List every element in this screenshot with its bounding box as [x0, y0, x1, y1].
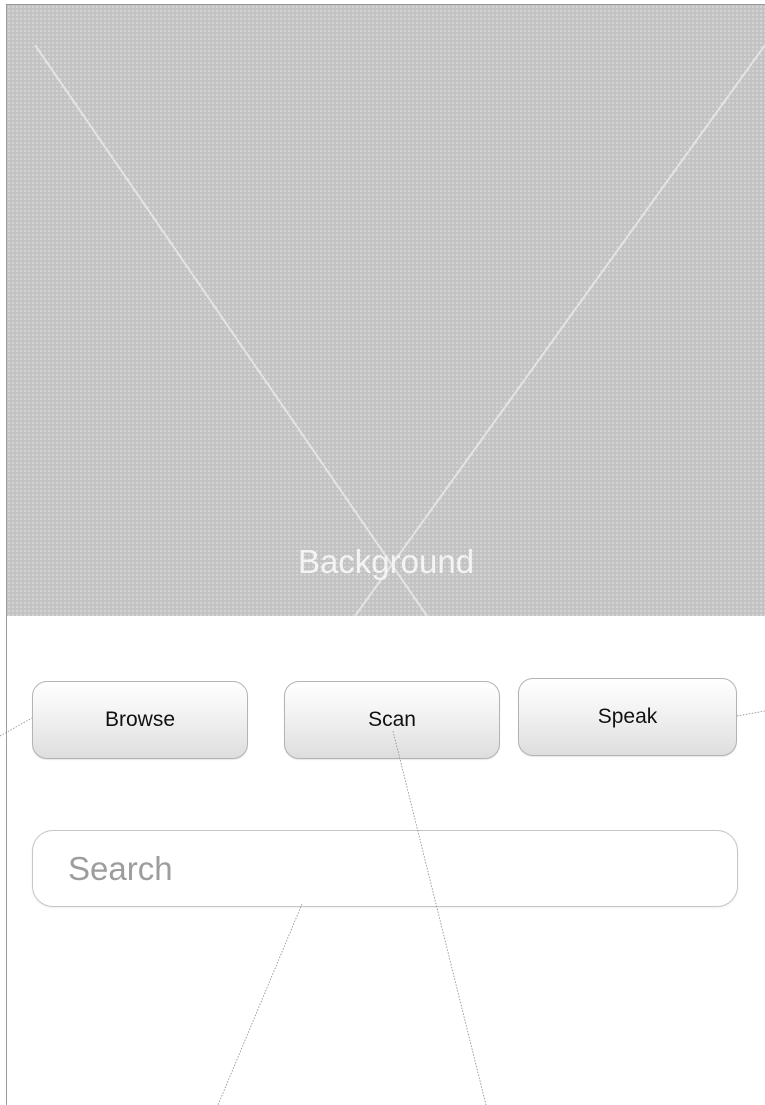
browse-button[interactable]: Browse [32, 681, 248, 759]
background-label: Background [297, 543, 475, 580]
placeholder-cross-lines [34, 44, 765, 616]
scan-button[interactable]: Scan [284, 681, 500, 759]
speak-button[interactable]: Speak [518, 678, 737, 756]
background-image-placeholder: Background [7, 5, 765, 616]
search-input[interactable] [32, 830, 738, 907]
